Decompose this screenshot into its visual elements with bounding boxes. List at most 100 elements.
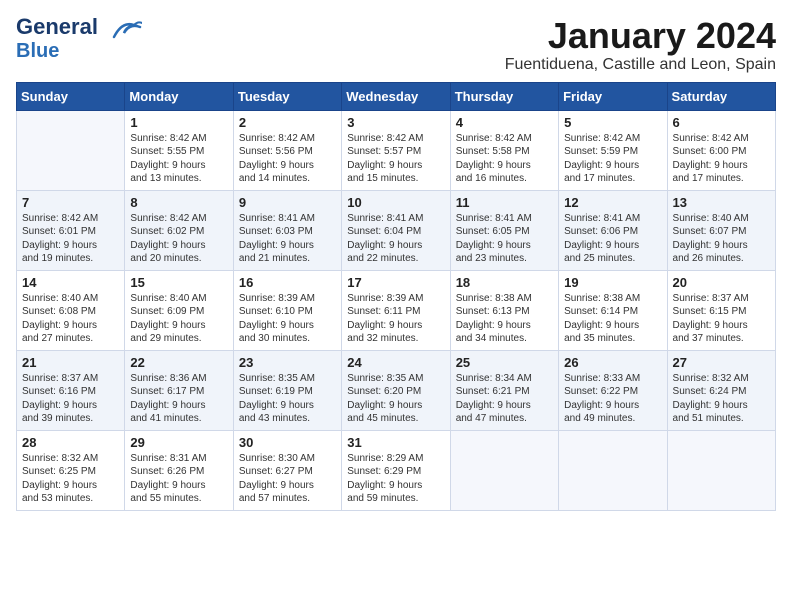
calendar-cell: 1Sunrise: 8:42 AM Sunset: 5:55 PM Daylig… [125,110,233,190]
calendar-cell: 10 Sunrise: 8:41 AM Sunset: 6:04 PM Dayli… [342,190,450,270]
calendar-cell: 27 Sunrise: 8:32 AM Sunset: 6:24 PM Dayli… [667,350,775,430]
calendar-cell: 15 Sunrise: 8:40 AM Sunset: 6:09 PM Dayli… [125,270,233,350]
day-number: 17 [347,275,444,290]
day-number: 20 [673,275,770,290]
day-number: 13 [673,195,770,210]
day-info: Sunrise: 8:41 AM Sunset: 6:04 PM Dayligh… [347,212,444,266]
calendar-cell: 3Sunrise: 8:42 AM Sunset: 5:57 PM Daylig… [342,110,450,190]
calendar-cell [559,430,667,510]
day-info: Sunrise: 8:42 AM Sunset: 6:00 PM Dayligh… [673,132,770,186]
day-number: 29 [130,435,227,450]
day-number: 22 [130,355,227,370]
calendar-cell [667,430,775,510]
day-info: Sunrise: 8:42 AM Sunset: 5:57 PM Dayligh… [347,132,444,186]
weekday-header-friday: Friday [559,82,667,110]
calendar-cell: 2 Sunrise: 8:42 AM Sunset: 5:56 PM Daylig… [233,110,341,190]
page-header: General Blue January 2024 Fuentiduena, C… [16,16,776,74]
weekday-header-thursday: Thursday [450,82,558,110]
day-info: Sunrise: 8:31 AM Sunset: 6:26 PM Dayligh… [130,452,227,506]
day-info: Sunrise: 8:42 AM Sunset: 6:01 PM Dayligh… [22,212,119,266]
day-number: 8 [130,195,227,210]
day-info: Sunrise: 8:39 AM Sunset: 6:11 PM Dayligh… [347,292,444,346]
calendar-cell: 16 Sunrise: 8:39 AM Sunset: 6:10 PM Dayli… [233,270,341,350]
day-number: 23 [239,355,336,370]
day-number: 9 [239,195,336,210]
day-info: Sunrise: 8:29 AM Sunset: 6:29 PM Dayligh… [347,452,444,506]
day-number: 24 [347,355,444,370]
day-number: 12 [564,195,661,210]
weekday-header-wednesday: Wednesday [342,82,450,110]
calendar-cell: 30 Sunrise: 8:30 AM Sunset: 6:27 PM Dayli… [233,430,341,510]
day-number: 5 [564,115,661,130]
calendar-cell: 11Sunrise: 8:41 AM Sunset: 6:05 PM Dayli… [450,190,558,270]
day-info: Sunrise: 8:42 AM Sunset: 5:58 PM Dayligh… [456,132,553,186]
calendar-cell: 31Sunrise: 8:29 AM Sunset: 6:29 PM Dayli… [342,430,450,510]
day-info: Sunrise: 8:41 AM Sunset: 6:06 PM Dayligh… [564,212,661,266]
day-info: Sunrise: 8:32 AM Sunset: 6:24 PM Dayligh… [673,372,770,426]
calendar-cell: 21 Sunrise: 8:37 AM Sunset: 6:16 PM Dayli… [17,350,125,430]
day-info: Sunrise: 8:37 AM Sunset: 6:16 PM Dayligh… [22,372,119,426]
calendar-week-5: 28 Sunrise: 8:32 AM Sunset: 6:25 PM Dayli… [17,430,776,510]
day-info: Sunrise: 8:39 AM Sunset: 6:10 PM Dayligh… [239,292,336,346]
calendar-cell [17,110,125,190]
weekday-header-saturday: Saturday [667,82,775,110]
day-number: 10 [347,195,444,210]
calendar-cell: 24 Sunrise: 8:35 AM Sunset: 6:20 PM Dayli… [342,350,450,430]
day-info: Sunrise: 8:35 AM Sunset: 6:20 PM Dayligh… [347,372,444,426]
day-number: 4 [456,115,553,130]
day-number: 21 [22,355,119,370]
calendar-cell: 19 Sunrise: 8:38 AM Sunset: 6:14 PM Dayli… [559,270,667,350]
calendar-cell: 6 Sunrise: 8:42 AM Sunset: 6:00 PM Daylig… [667,110,775,190]
calendar-cell [450,430,558,510]
day-number: 30 [239,435,336,450]
logo-blue-text: Blue [16,40,59,62]
day-info: Sunrise: 8:41 AM Sunset: 6:05 PM Dayligh… [456,212,553,266]
day-number: 25 [456,355,553,370]
day-info: Sunrise: 8:42 AM Sunset: 5:56 PM Dayligh… [239,132,336,186]
day-info: Sunrise: 8:30 AM Sunset: 6:27 PM Dayligh… [239,452,336,506]
calendar-table: SundayMondayTuesdayWednesdayThursdayFrid… [16,82,776,511]
day-number: 18 [456,275,553,290]
day-info: Sunrise: 8:41 AM Sunset: 6:03 PM Dayligh… [239,212,336,266]
day-info: Sunrise: 8:35 AM Sunset: 6:19 PM Dayligh… [239,372,336,426]
day-info: Sunrise: 8:42 AM Sunset: 6:02 PM Dayligh… [130,212,227,266]
calendar-cell: 13Sunrise: 8:40 AM Sunset: 6:07 PM Dayli… [667,190,775,270]
day-number: 19 [564,275,661,290]
day-info: Sunrise: 8:36 AM Sunset: 6:17 PM Dayligh… [130,372,227,426]
day-info: Sunrise: 8:34 AM Sunset: 6:21 PM Dayligh… [456,372,553,426]
calendar-cell: 28 Sunrise: 8:32 AM Sunset: 6:25 PM Dayli… [17,430,125,510]
day-info: Sunrise: 8:40 AM Sunset: 6:09 PM Dayligh… [130,292,227,346]
calendar-cell: 17 Sunrise: 8:39 AM Sunset: 6:11 PM Dayli… [342,270,450,350]
calendar-week-1: 1Sunrise: 8:42 AM Sunset: 5:55 PM Daylig… [17,110,776,190]
day-number: 26 [564,355,661,370]
day-number: 27 [673,355,770,370]
day-number: 2 [239,115,336,130]
calendar-cell: 14Sunrise: 8:40 AM Sunset: 6:08 PM Dayli… [17,270,125,350]
day-info: Sunrise: 8:38 AM Sunset: 6:13 PM Dayligh… [456,292,553,346]
calendar-week-2: 7 Sunrise: 8:42 AM Sunset: 6:01 PM Daylig… [17,190,776,270]
calendar-cell: 23 Sunrise: 8:35 AM Sunset: 6:19 PM Dayli… [233,350,341,430]
calendar-cell: 25 Sunrise: 8:34 AM Sunset: 6:21 PM Dayli… [450,350,558,430]
calendar-week-3: 14Sunrise: 8:40 AM Sunset: 6:08 PM Dayli… [17,270,776,350]
calendar-cell: 5Sunrise: 8:42 AM Sunset: 5:59 PM Daylig… [559,110,667,190]
month-title: January 2024 [505,16,776,56]
day-info: Sunrise: 8:32 AM Sunset: 6:25 PM Dayligh… [22,452,119,506]
day-number: 16 [239,275,336,290]
calendar-cell: 26Sunrise: 8:33 AM Sunset: 6:22 PM Dayli… [559,350,667,430]
calendar-week-4: 21 Sunrise: 8:37 AM Sunset: 6:16 PM Dayli… [17,350,776,430]
calendar-cell: 4 Sunrise: 8:42 AM Sunset: 5:58 PM Daylig… [450,110,558,190]
calendar-cell: 20Sunrise: 8:37 AM Sunset: 6:15 PM Dayli… [667,270,775,350]
logo: General Blue [16,16,142,62]
calendar-cell: 18 Sunrise: 8:38 AM Sunset: 6:13 PM Dayli… [450,270,558,350]
calendar-cell: 8 Sunrise: 8:42 AM Sunset: 6:02 PM Daylig… [125,190,233,270]
day-number: 6 [673,115,770,130]
calendar-cell: 29 Sunrise: 8:31 AM Sunset: 6:26 PM Dayli… [125,430,233,510]
day-number: 15 [130,275,227,290]
day-number: 1 [130,115,227,130]
day-number: 7 [22,195,119,210]
logo-text: General [16,14,104,39]
day-info: Sunrise: 8:38 AM Sunset: 6:14 PM Dayligh… [564,292,661,346]
weekday-header-monday: Monday [125,82,233,110]
day-number: 28 [22,435,119,450]
location-subtitle: Fuentiduena, Castille and Leon, Spain [505,56,776,74]
